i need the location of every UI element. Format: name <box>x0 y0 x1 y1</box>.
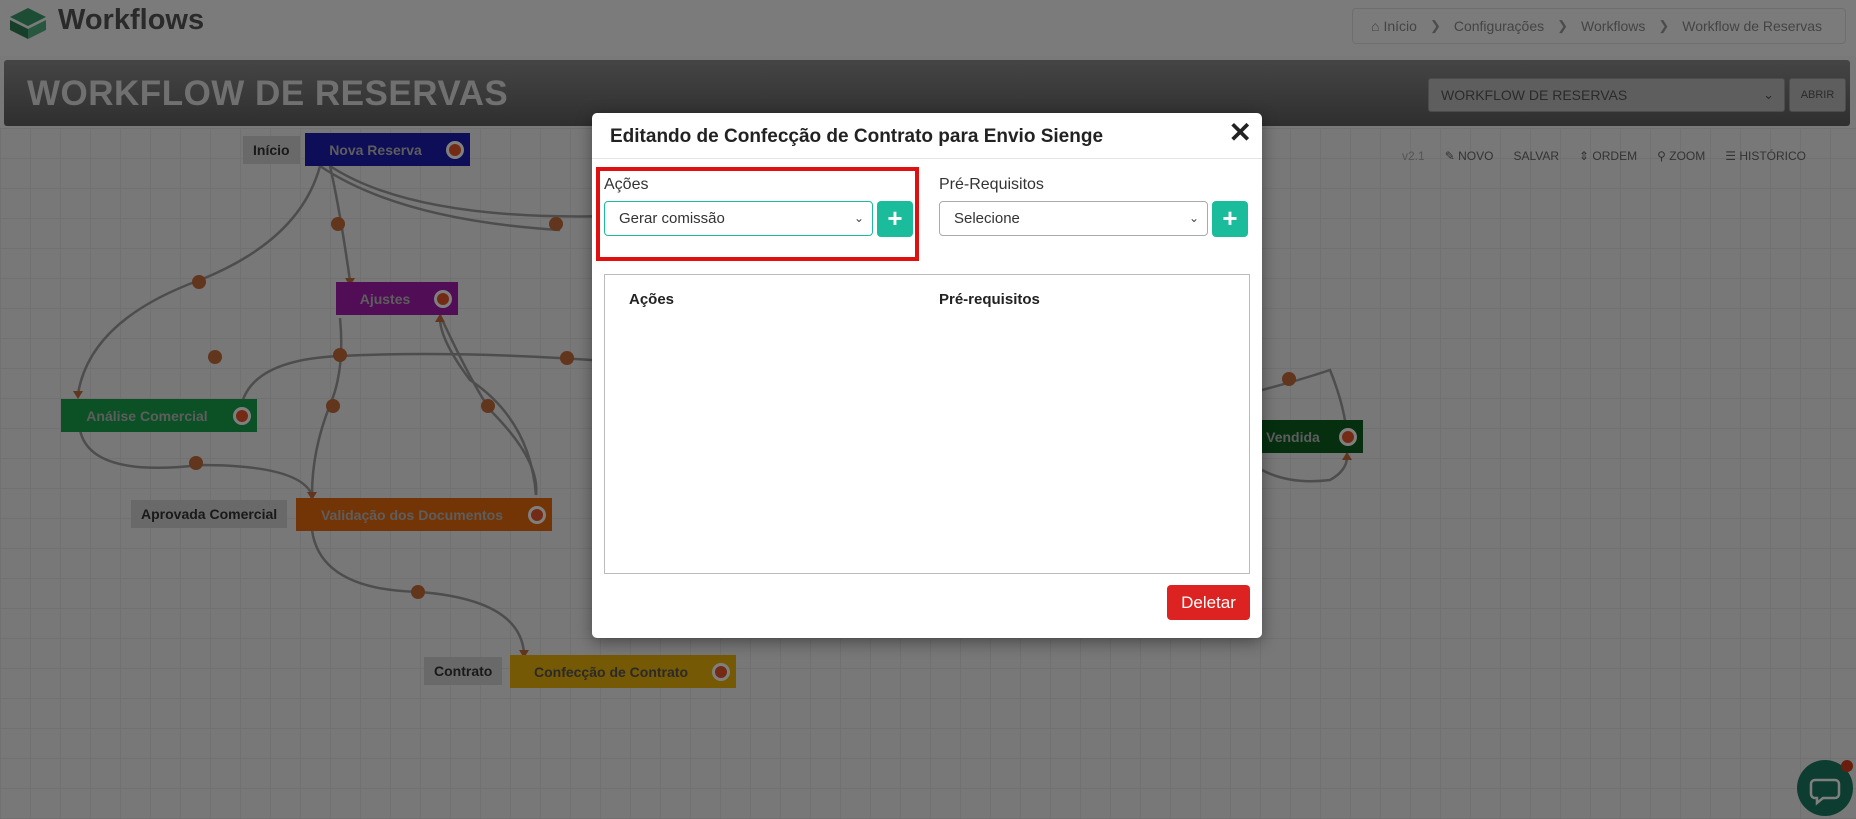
modal-title: Editando de Confecção de Contrato para E… <box>610 126 1104 147</box>
plus-icon: + <box>1222 203 1238 233</box>
prereq-label: Pré-Requisitos <box>939 176 1044 193</box>
prereq-select[interactable]: Selecione ⌄ <box>939 201 1208 236</box>
add-prereq-button[interactable]: + <box>1212 201 1248 237</box>
prereq-select-value: Selecione <box>954 210 1020 227</box>
modal-header: Editando de Confecção de Contrato para E… <box>592 113 1262 159</box>
highlight-box <box>596 167 919 261</box>
actions-prereq-table: Ações Pré-requisitos <box>604 274 1250 574</box>
table-header-prereqs: Pré-requisitos <box>939 291 1040 308</box>
close-icon[interactable]: ✕ <box>1229 119 1252 147</box>
delete-button[interactable]: Deletar <box>1167 585 1250 620</box>
chevron-down-icon: ⌄ <box>1188 211 1199 225</box>
table-header-actions: Ações <box>629 291 675 308</box>
